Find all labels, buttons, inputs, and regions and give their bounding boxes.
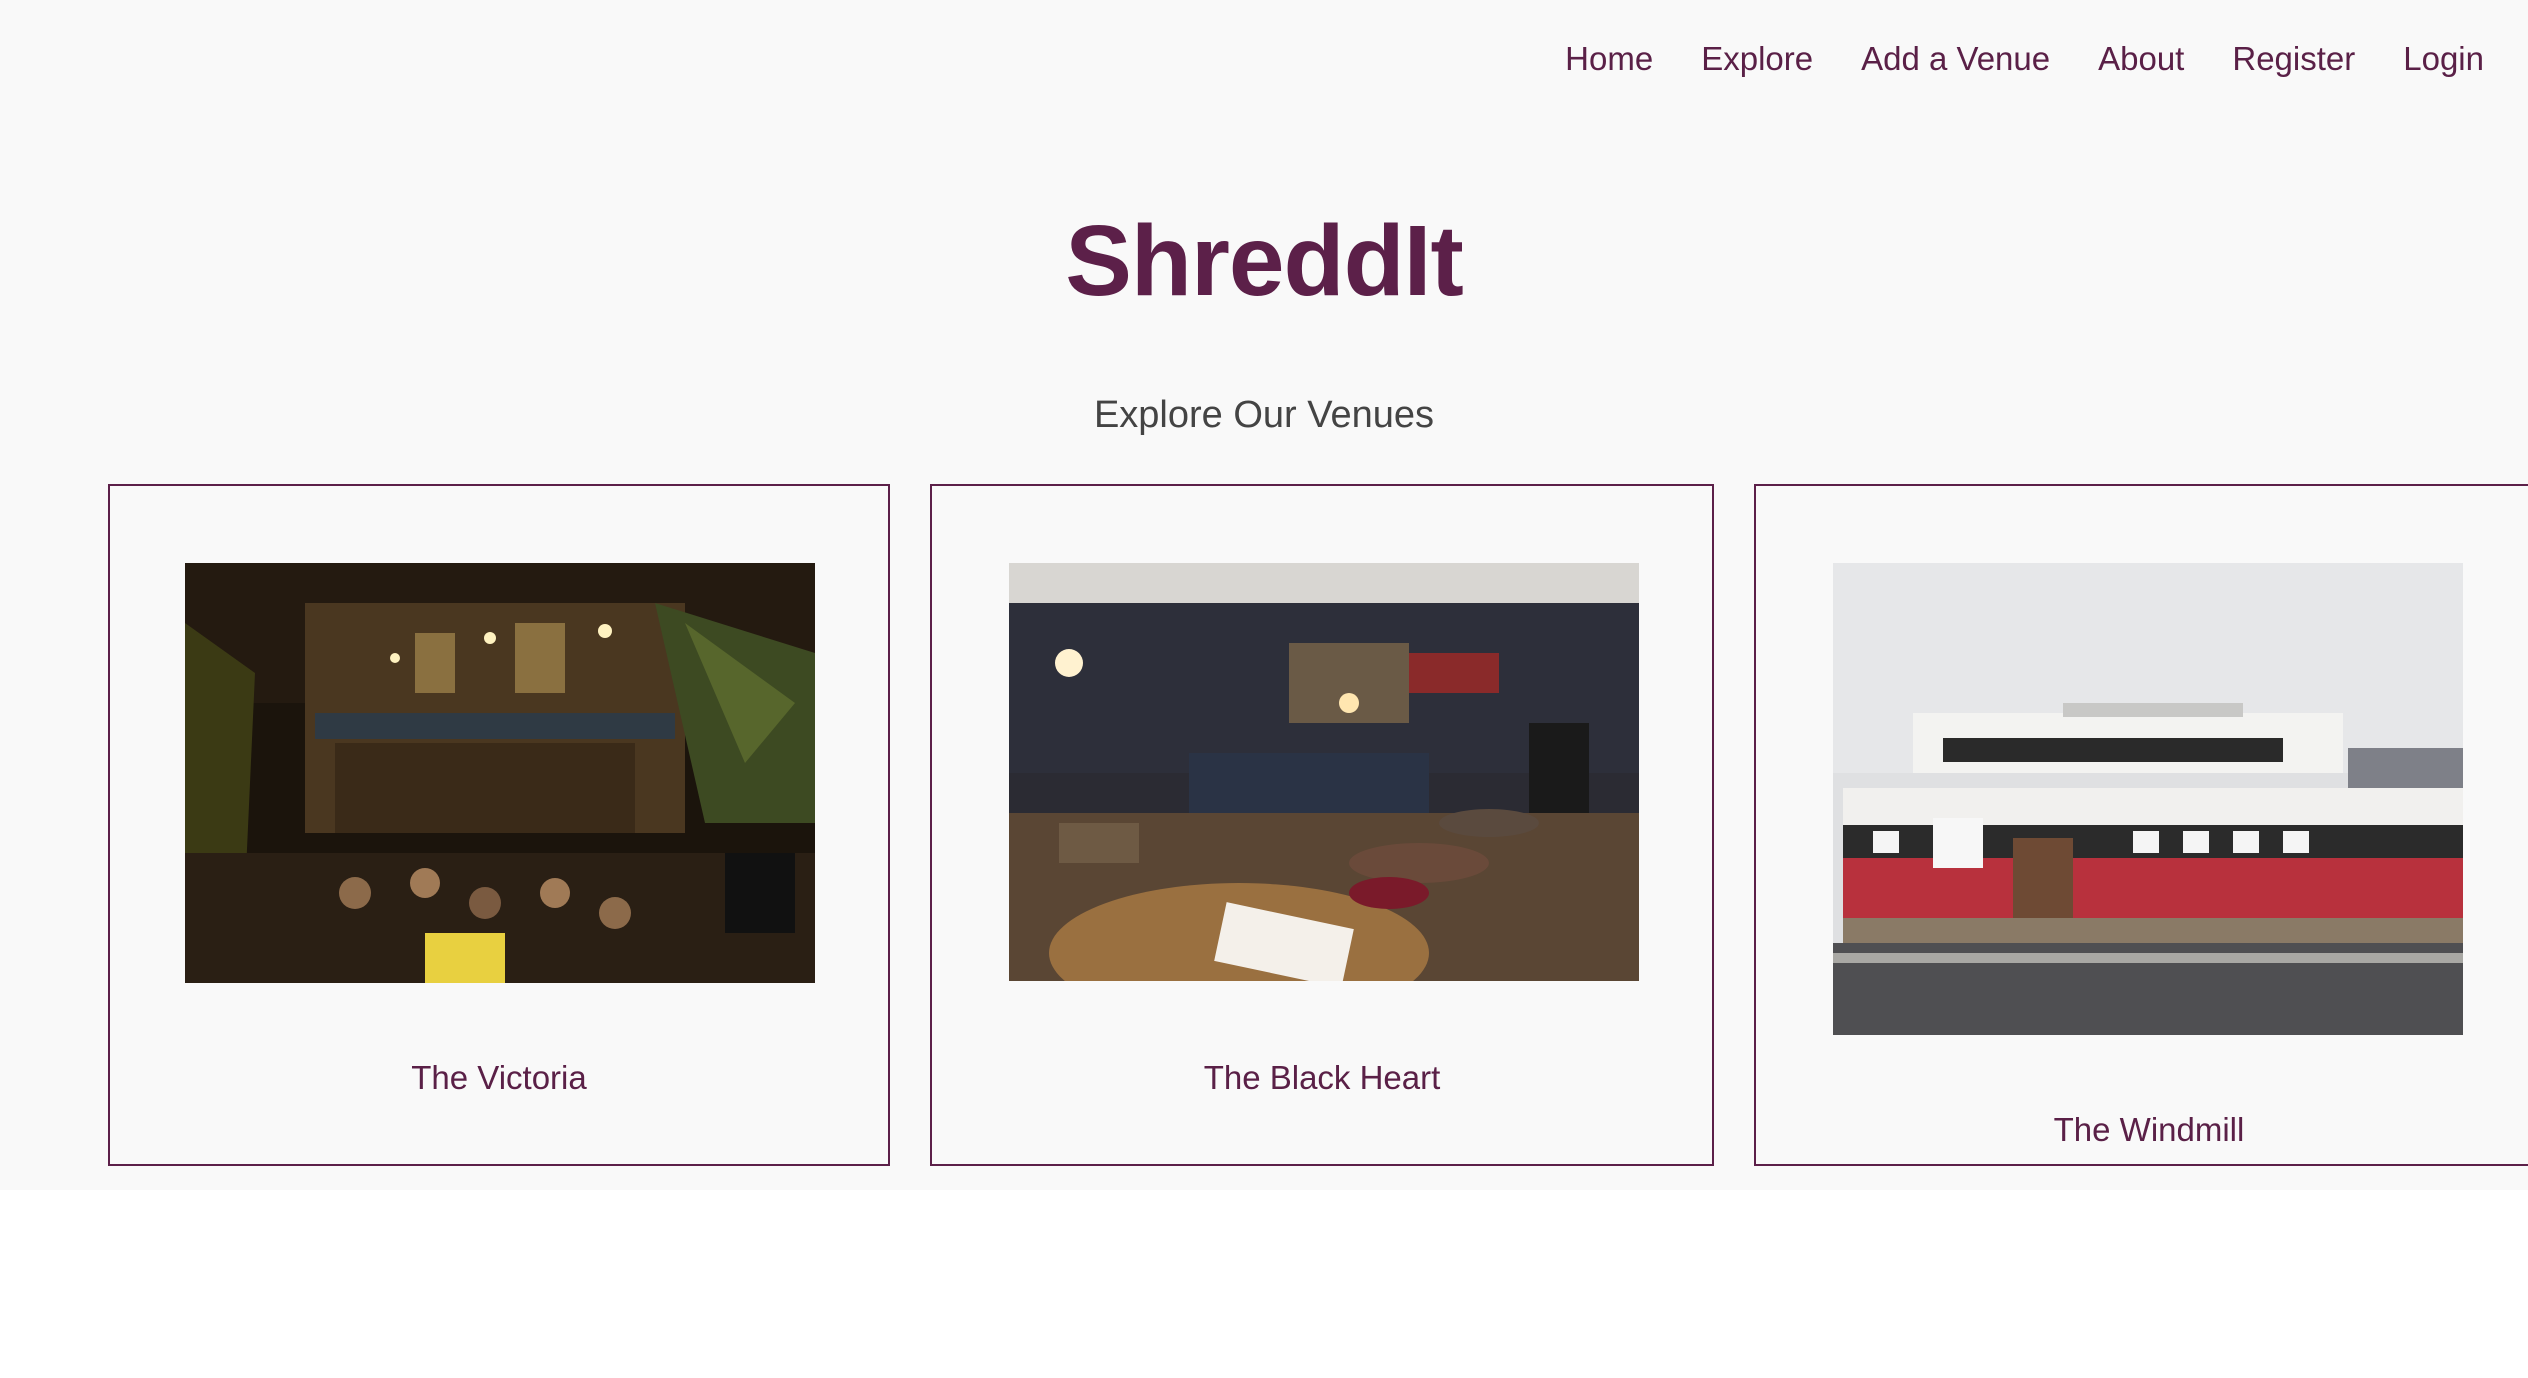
- venue-photo[interactable]: [1009, 563, 1639, 981]
- nav-add-venue-link[interactable]: Add a Venue: [1861, 36, 2050, 82]
- venue-photo[interactable]: [185, 563, 815, 983]
- site-title: ShreddIt: [1065, 205, 1464, 317]
- venue-card[interactable]: The Victoria: [108, 484, 890, 1166]
- venue-name[interactable]: The Windmill: [1756, 1108, 2528, 1152]
- nav-explore-link[interactable]: Explore: [1701, 36, 1813, 82]
- venue-card[interactable]: The Black Heart: [930, 484, 1714, 1166]
- venue-name[interactable]: The Victoria: [110, 1056, 888, 1100]
- page: Home Explore Add a Venue About Register …: [0, 0, 2528, 1190]
- nav-about-link[interactable]: About: [2098, 36, 2184, 82]
- venue-name[interactable]: The Black Heart: [932, 1056, 1712, 1100]
- nav-home-link[interactable]: Home: [1565, 36, 1653, 82]
- nav-login-link[interactable]: Login: [2403, 36, 2484, 82]
- section-subtitle: Explore Our Venues: [1093, 394, 1435, 436]
- top-navigation: Home Explore Add a Venue About Register …: [1517, 36, 2484, 82]
- nav-register-link[interactable]: Register: [2232, 36, 2355, 82]
- venue-card[interactable]: The Windmill: [1754, 484, 2528, 1166]
- venue-photo[interactable]: [1833, 563, 2463, 1035]
